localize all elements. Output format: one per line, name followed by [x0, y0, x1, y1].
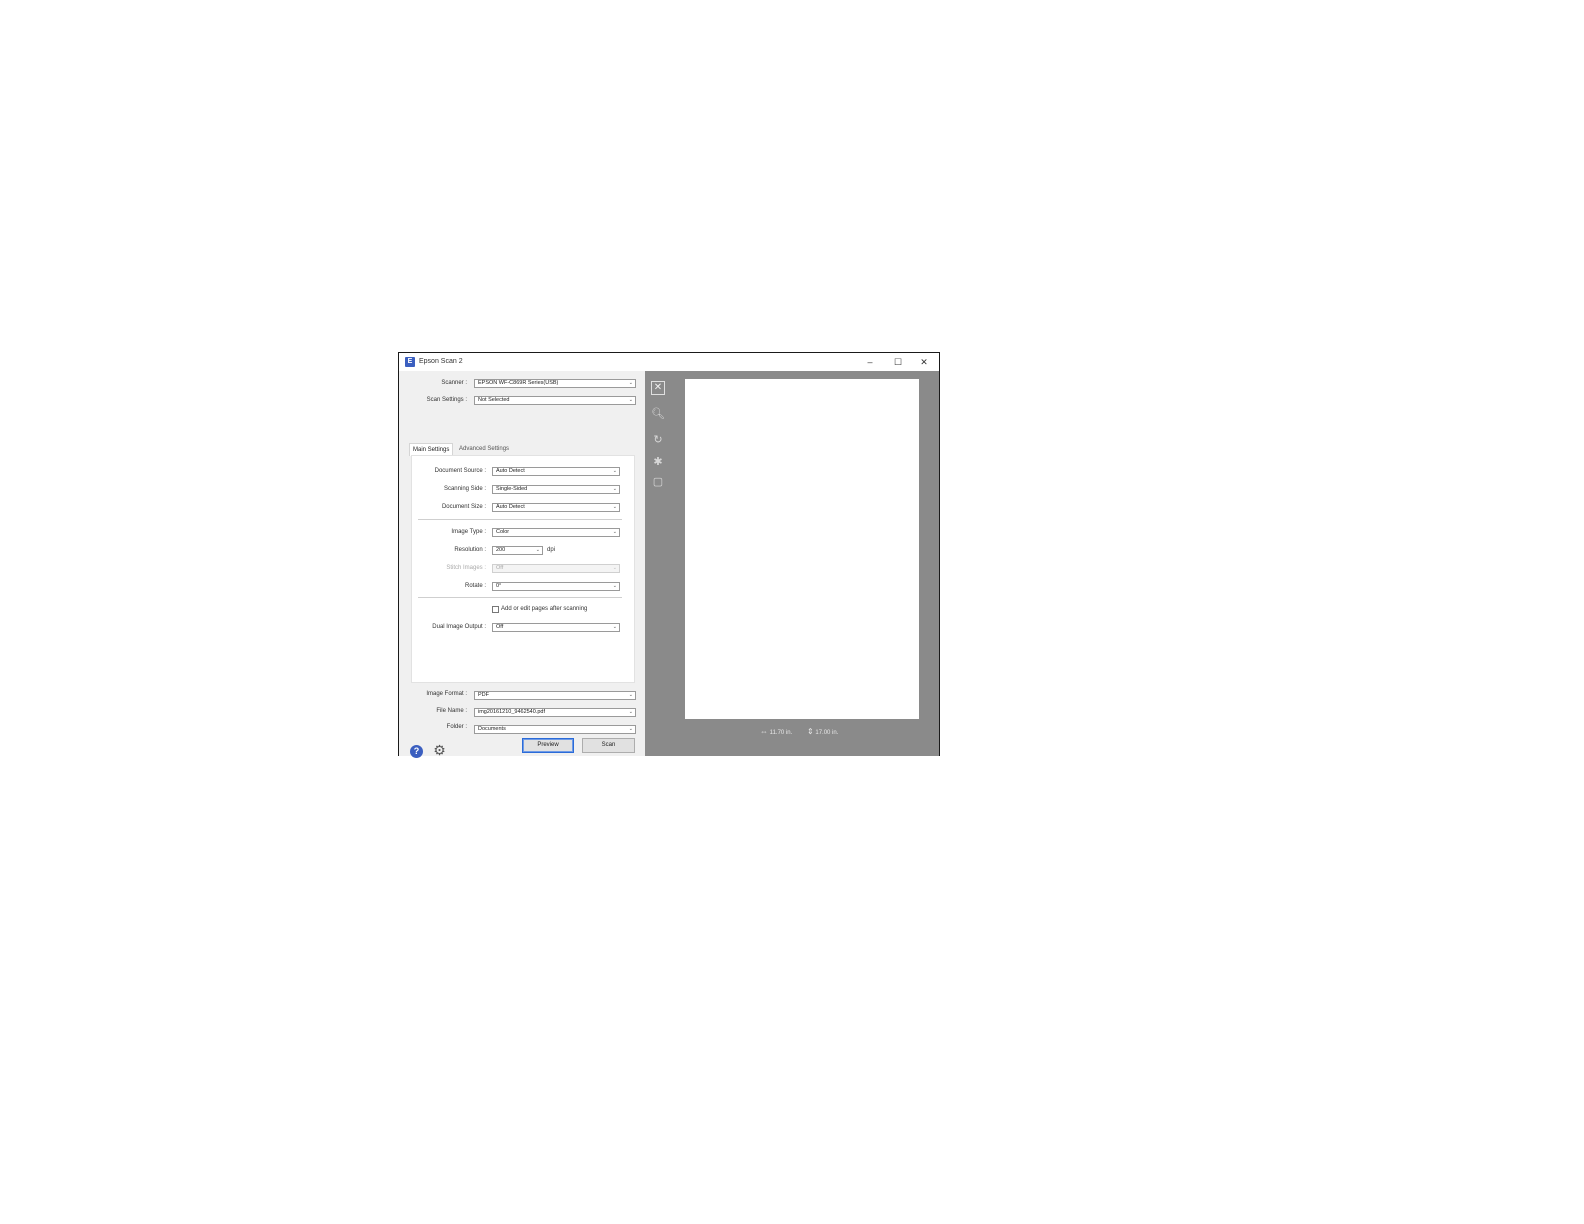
chevron-down-icon: ⌄ [535, 547, 540, 553]
folder-select[interactable]: Documents ⌄ [474, 725, 636, 734]
height-info: ⇕ 17.00 in. [807, 727, 838, 736]
stitch-images-label: Stitch Images : [446, 565, 486, 571]
image-format-select[interactable]: PDF ⌄ [474, 691, 636, 700]
resolution-value: 200 [496, 547, 506, 553]
title-bar: E Epson Scan 2 – ☐ ✕ [399, 353, 939, 371]
adjust-gear-icon[interactable]: ✱ [651, 455, 665, 469]
scanner-value: EPSON WF-C869R Series(USB) [478, 380, 559, 386]
folder-value: Documents [478, 726, 506, 732]
help-icon[interactable]: ? [410, 745, 423, 758]
stitch-images-select: Off ⌄ [492, 564, 620, 573]
settings-gear-icon[interactable]: ⚙ [432, 743, 447, 758]
window-title: Epson Scan 2 [419, 358, 463, 365]
document-source-select[interactable]: Auto Detect ⌄ [492, 467, 620, 476]
chevron-down-icon: ⌄ [612, 565, 617, 571]
chevron-down-icon: ⌄ [628, 726, 633, 732]
scan-settings-select[interactable]: Not Selected ⌄ [474, 396, 636, 405]
image-format-label: Image Format : [426, 691, 467, 697]
dual-image-output-value: Off [496, 624, 504, 630]
minimize-button[interactable]: – [857, 353, 883, 371]
scanning-side-value: Single-Sided [496, 486, 528, 492]
preview-button[interactable]: Preview [522, 738, 574, 753]
chevron-down-icon: ⌄ [628, 380, 633, 386]
dual-image-output-select[interactable]: Off ⌄ [492, 623, 620, 632]
close-button[interactable]: ✕ [911, 353, 937, 371]
width-info: ⇔ 11.70 in. [760, 727, 792, 736]
image-type-value: Color [496, 529, 510, 535]
scan-settings-value: Not Selected [478, 397, 510, 403]
document-size-label: Document Size : [441, 504, 486, 510]
file-name-select[interactable]: img20161210_9462540.pdf ⌄ [474, 708, 636, 717]
document-size-select[interactable]: Auto Detect ⌄ [492, 503, 620, 512]
resolution-unit: dpi [547, 547, 556, 553]
scan-settings-label: Scan Settings : [426, 397, 467, 403]
chevron-down-icon: ⌄ [612, 583, 617, 589]
divider [418, 519, 622, 520]
width-text: 11.70 in. [769, 730, 793, 736]
chevron-down-icon: ⌄ [612, 468, 617, 474]
chevron-down-icon: ⌄ [628, 692, 633, 698]
rotate-value: 0° [496, 583, 502, 589]
add-edit-pages-checkbox[interactable] [492, 606, 499, 613]
scanner-select[interactable]: EPSON WF-C869R Series(USB) ⌄ [474, 379, 636, 388]
height-ruler-icon: ⇕ [807, 727, 814, 736]
preview-page[interactable] [685, 379, 919, 719]
zoom-icon[interactable]: 🔍︎ [651, 407, 665, 421]
chevron-down-icon: ⌄ [612, 486, 617, 492]
file-name-label: File Name : [436, 708, 467, 714]
scanning-side-label: Scanning Side : [443, 486, 486, 492]
resolution-label: Resolution : [454, 547, 486, 553]
epson-scan-window: E Epson Scan 2 – ☐ ✕ Scanner : EPSON WF-… [398, 352, 940, 758]
resolution-select[interactable]: 200 ⌄ [492, 546, 543, 555]
rotate-icon[interactable]: ↻ [651, 433, 665, 447]
tab-advanced-settings[interactable]: Advanced Settings [456, 443, 512, 455]
document-source-value: Auto Detect [496, 468, 525, 474]
chevron-down-icon: ⌄ [612, 504, 617, 510]
dual-image-output-label: Dual Image Output : [432, 624, 486, 630]
image-format-value: PDF [478, 692, 489, 698]
file-name-value: img20161210_9462540.pdf [478, 709, 545, 715]
image-type-select[interactable]: Color ⌄ [492, 528, 620, 537]
rotate-label: Rotate : [464, 583, 486, 589]
main-settings-panel: Document Source : Auto Detect ⌄ Scanning… [411, 455, 635, 683]
chevron-down-icon: ⌄ [628, 397, 633, 403]
scanner-label: Scanner : [441, 380, 467, 386]
preview-area: ✕ 🔍︎ ↻ ✱ ▢ ⇔ 11.70 in. ⇕ 17.00 in. [645, 371, 939, 756]
epson-app-icon: E [405, 357, 415, 367]
close-preview-icon[interactable]: ✕ [651, 381, 665, 395]
stitch-images-value: Off [496, 565, 504, 571]
scan-button[interactable]: Scan [582, 738, 635, 753]
divider [418, 597, 622, 598]
chevron-down-icon: ⌄ [612, 624, 617, 630]
maximize-button[interactable]: ☐ [885, 353, 911, 371]
add-edit-pages-label: Add or edit pages after scanning [501, 606, 588, 612]
height-text: 17.00 in. [815, 730, 839, 736]
width-ruler-icon: ⇔ [760, 727, 768, 736]
document-source-label: Document Source : [434, 468, 486, 474]
folder-label: Folder : [446, 724, 467, 730]
scanning-side-select[interactable]: Single-Sided ⌄ [492, 485, 620, 494]
document-size-value: Auto Detect [496, 504, 525, 510]
rotate-select[interactable]: 0° ⌄ [492, 582, 620, 591]
settings-panel: Scanner : EPSON WF-C869R Series(USB) ⌄ S… [399, 371, 645, 758]
chevron-down-icon: ⌄ [612, 529, 617, 535]
chevron-down-icon: ⌄ [628, 709, 633, 715]
image-type-label: Image Type : [451, 529, 486, 535]
crop-icon[interactable]: ▢ [651, 475, 665, 489]
